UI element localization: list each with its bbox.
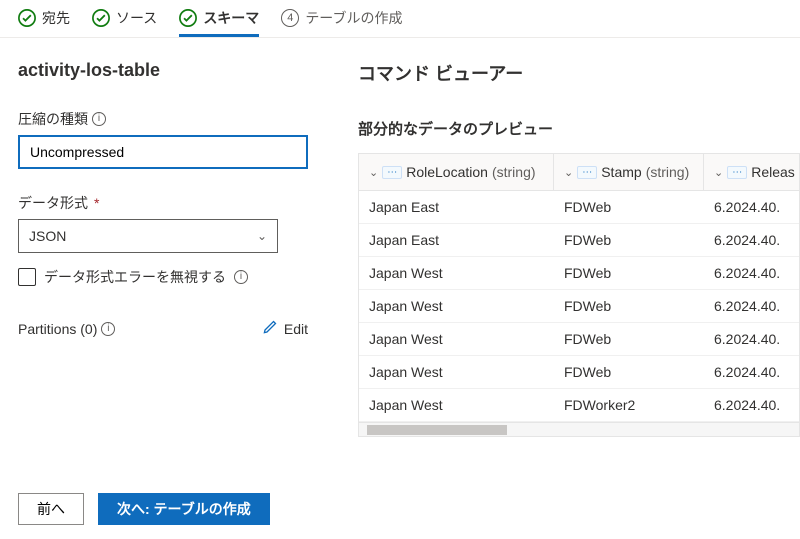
cell-rolelocation: Japan East bbox=[359, 191, 554, 223]
table-row[interactable]: Japan EastFDWeb6.2024.40. bbox=[359, 191, 799, 224]
ignore-errors-label: データ形式エラーを無視する bbox=[44, 267, 226, 287]
cell-stamp: FDWeb bbox=[554, 356, 704, 388]
col-type: (string) bbox=[492, 164, 536, 180]
cell-release: 6.2024.40. bbox=[704, 389, 794, 421]
format-value: JSON bbox=[29, 228, 66, 244]
scrollbar-thumb[interactable] bbox=[367, 425, 507, 435]
partitions-row: Partitions (0) i Edit bbox=[18, 319, 308, 338]
cell-stamp: FDWeb bbox=[554, 290, 704, 322]
required-mark: * bbox=[94, 195, 99, 211]
table-row[interactable]: Japan WestFDWeb6.2024.40. bbox=[359, 290, 799, 323]
format-select[interactable]: JSON ⌄ bbox=[18, 219, 278, 253]
chevron-down-icon: ⌄ bbox=[257, 229, 267, 243]
cell-release: 6.2024.40. bbox=[704, 356, 794, 388]
step-number-icon: 4 bbox=[281, 9, 299, 27]
pencil-icon bbox=[262, 319, 278, 338]
col-name: Releas bbox=[751, 164, 795, 180]
check-icon bbox=[92, 9, 110, 27]
type-indicator-icon: ⋯ bbox=[382, 166, 402, 179]
column-header-stamp[interactable]: ⌄ ⋯ Stamp (string) bbox=[554, 154, 704, 190]
data-preview-table: ⌄ ⋯ RoleLocation (string) ⌄ ⋯ Stamp (str… bbox=[358, 153, 800, 437]
info-icon[interactable]: i bbox=[92, 112, 106, 126]
command-viewer-title: コマンド ビューアー bbox=[358, 60, 800, 86]
format-field: データ形式 * JSON ⌄ データ形式エラーを無視する i bbox=[18, 193, 328, 287]
stepper: 宛先 ソース スキーマ 4 テーブルの作成 bbox=[0, 0, 800, 38]
horizontal-scrollbar[interactable] bbox=[359, 422, 799, 436]
step-destination[interactable]: 宛先 bbox=[18, 8, 70, 37]
cell-stamp: FDWeb bbox=[554, 257, 704, 289]
table-row[interactable]: Japan WestFDWeb6.2024.40. bbox=[359, 257, 799, 290]
partitions-edit-link[interactable]: Edit bbox=[262, 319, 308, 338]
type-indicator-icon: ⋯ bbox=[727, 166, 747, 179]
table-row[interactable]: Japan WestFDWeb6.2024.40. bbox=[359, 356, 799, 389]
cell-stamp: FDWeb bbox=[554, 191, 704, 223]
table-header: ⌄ ⋯ RoleLocation (string) ⌄ ⋯ Stamp (str… bbox=[359, 154, 799, 191]
chevron-down-icon: ⌄ bbox=[369, 166, 378, 179]
cell-release: 6.2024.40. bbox=[704, 257, 794, 289]
table-name-heading: activity-los-table bbox=[18, 60, 328, 81]
check-icon bbox=[18, 9, 36, 27]
next-button[interactable]: 次へ: テーブルの作成 bbox=[98, 493, 270, 525]
cell-rolelocation: Japan West bbox=[359, 389, 554, 421]
cell-rolelocation: Japan West bbox=[359, 257, 554, 289]
preview-title: 部分的なデータのプレビュー bbox=[358, 118, 800, 139]
chevron-down-icon: ⌄ bbox=[714, 166, 723, 179]
partitions-label: Partitions (0) bbox=[18, 321, 97, 337]
info-icon[interactable]: i bbox=[234, 270, 248, 284]
compression-field: 圧縮の種類 i bbox=[18, 109, 328, 169]
cell-stamp: FDWeb bbox=[554, 323, 704, 355]
cell-release: 6.2024.40. bbox=[704, 224, 794, 256]
cell-stamp: FDWeb bbox=[554, 224, 704, 256]
compression-label: 圧縮の種類 bbox=[18, 109, 88, 129]
info-icon[interactable]: i bbox=[101, 322, 115, 336]
right-panel: コマンド ビューアー 部分的なデータのプレビュー ⌄ ⋯ RoleLocatio… bbox=[358, 56, 800, 437]
column-header-release[interactable]: ⌄ ⋯ Releas bbox=[704, 154, 794, 190]
left-panel: activity-los-table 圧縮の種類 i データ形式 * JSON ⌄… bbox=[18, 56, 358, 437]
col-type: (string) bbox=[646, 164, 690, 180]
table-row[interactable]: Japan EastFDWeb6.2024.40. bbox=[359, 224, 799, 257]
cell-rolelocation: Japan West bbox=[359, 323, 554, 355]
step-source[interactable]: ソース bbox=[92, 8, 157, 37]
cell-rolelocation: Japan East bbox=[359, 224, 554, 256]
step-label: 宛先 bbox=[42, 8, 70, 28]
step-schema[interactable]: スキーマ bbox=[179, 8, 259, 37]
ignore-errors-checkbox[interactable] bbox=[18, 268, 36, 286]
cell-release: 6.2024.40. bbox=[704, 191, 794, 223]
step-create-table[interactable]: 4 テーブルの作成 bbox=[281, 8, 402, 37]
compression-input[interactable] bbox=[18, 135, 308, 169]
cell-rolelocation: Japan West bbox=[359, 356, 554, 388]
chevron-down-icon: ⌄ bbox=[564, 166, 573, 179]
column-header-rolelocation[interactable]: ⌄ ⋯ RoleLocation (string) bbox=[359, 154, 554, 190]
cell-rolelocation: Japan West bbox=[359, 290, 554, 322]
footer: 前へ 次へ: テーブルの作成 bbox=[18, 493, 270, 525]
cell-stamp: FDWorker2 bbox=[554, 389, 704, 421]
step-label: テーブルの作成 bbox=[305, 8, 402, 28]
cell-release: 6.2024.40. bbox=[704, 323, 794, 355]
table-row[interactable]: Japan WestFDWorker26.2024.40. bbox=[359, 389, 799, 422]
check-icon bbox=[179, 9, 197, 27]
step-label: ソース bbox=[116, 8, 157, 28]
type-indicator-icon: ⋯ bbox=[577, 166, 597, 179]
step-label: スキーマ bbox=[203, 8, 259, 28]
table-body: Japan EastFDWeb6.2024.40.Japan EastFDWeb… bbox=[359, 191, 799, 422]
edit-label: Edit bbox=[284, 321, 308, 337]
table-row[interactable]: Japan WestFDWeb6.2024.40. bbox=[359, 323, 799, 356]
col-name: RoleLocation bbox=[406, 164, 488, 180]
cell-release: 6.2024.40. bbox=[704, 290, 794, 322]
back-button[interactable]: 前へ bbox=[18, 493, 84, 525]
col-name: Stamp bbox=[601, 164, 641, 180]
format-label: データ形式 bbox=[18, 193, 88, 213]
